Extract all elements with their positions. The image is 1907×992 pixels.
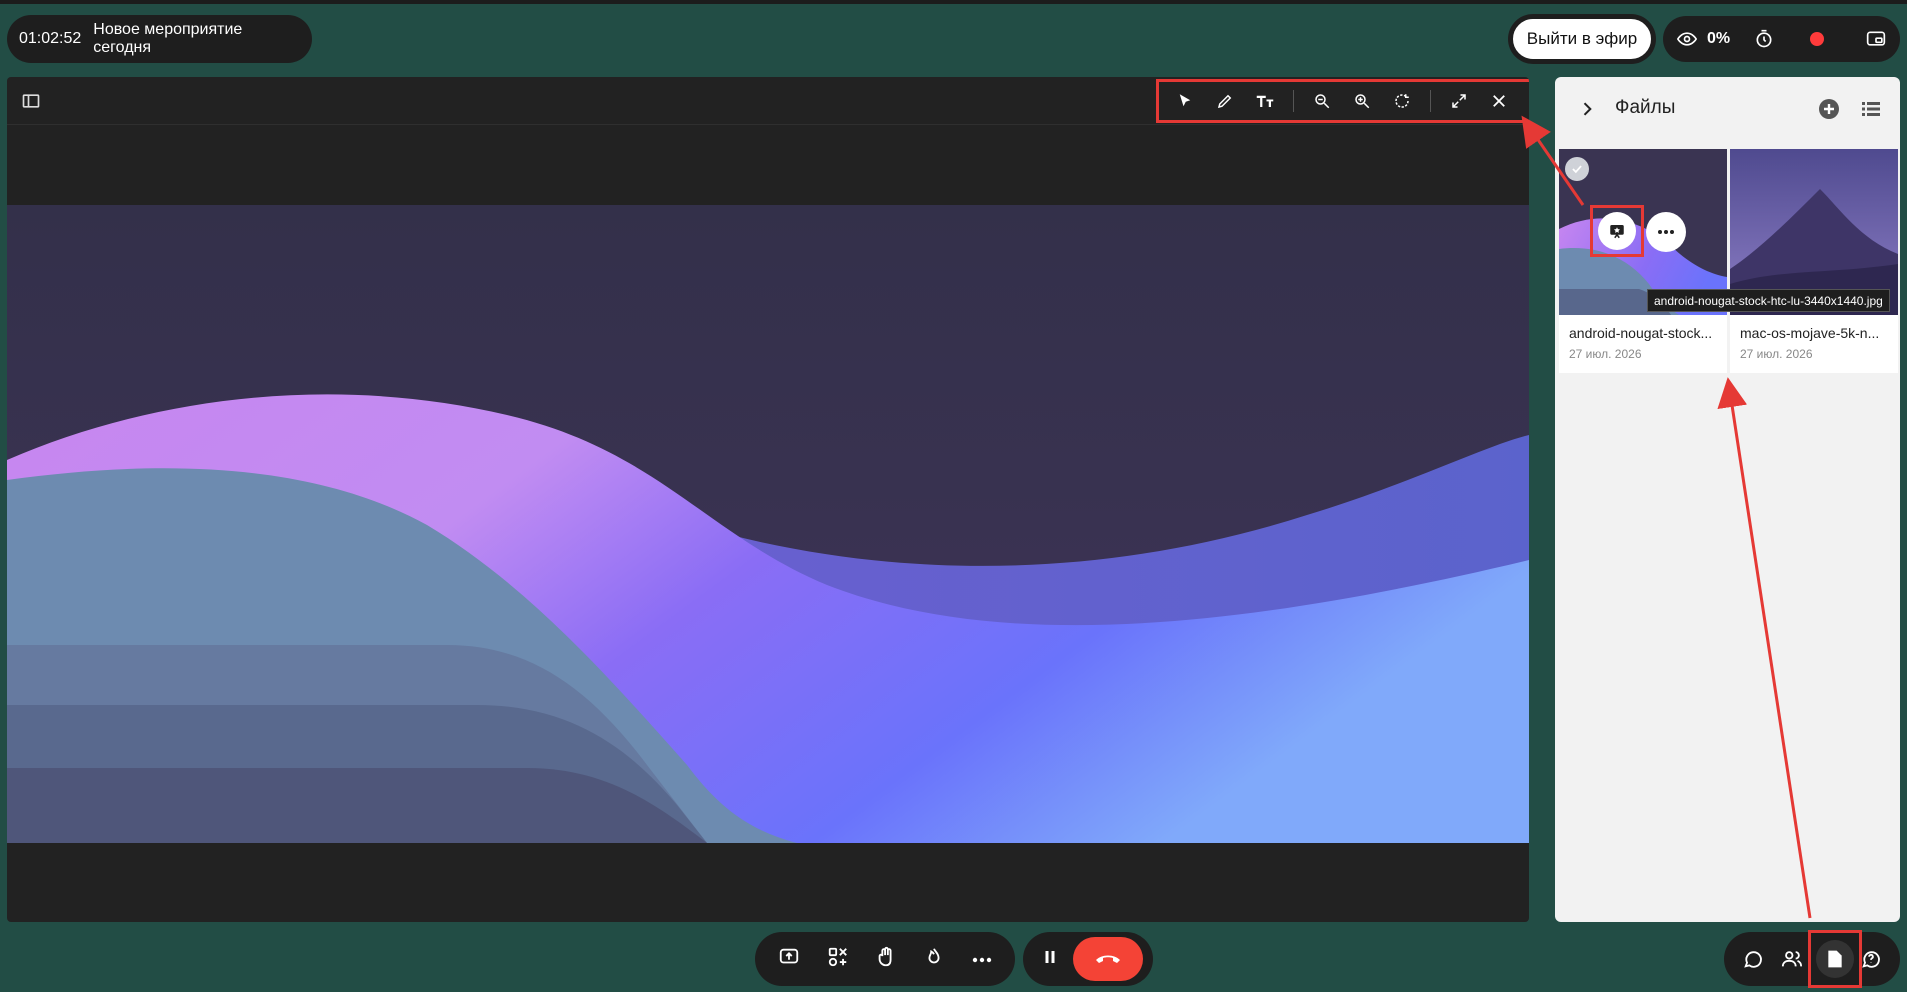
list-view-icon[interactable] xyxy=(1859,97,1883,121)
file-tooltip: android-nougat-stock-htc-lu-3440x1440.jp… xyxy=(1647,289,1890,312)
file-card[interactable]: android-nougat-stock... 27 июл. 2026 xyxy=(1559,149,1727,373)
event-info: 01:02:52 Новое мероприятие сегодня xyxy=(7,15,312,63)
eye-icon xyxy=(1677,29,1697,49)
sidebar-toggle-icon[interactable] xyxy=(21,91,41,111)
document-viewer xyxy=(7,77,1529,922)
file-date: 27 июл. 2026 xyxy=(1569,347,1642,361)
files-title: Файлы xyxy=(1615,97,1676,118)
pointer-icon[interactable] xyxy=(1165,83,1205,119)
event-timer: 01:02:52 xyxy=(19,30,82,47)
rotate-icon[interactable] xyxy=(1382,83,1422,119)
record-indicator[interactable] xyxy=(1810,32,1825,46)
top-border xyxy=(0,0,1907,4)
go-live-button[interactable]: Выйти в эфир xyxy=(1510,16,1654,62)
files-header: Файлы xyxy=(1555,77,1900,141)
viewer-toolbar xyxy=(1156,79,1529,123)
file-card[interactable]: mac-os-mojave-5k-n... 27 июл. 2026 xyxy=(1730,149,1898,373)
viewers-percent: 0% xyxy=(1707,30,1731,47)
stats-bar: 0% xyxy=(1663,16,1900,62)
stopwatch-icon[interactable] xyxy=(1754,29,1774,49)
selected-check-icon[interactable] xyxy=(1565,157,1589,181)
zoom-out-icon[interactable] xyxy=(1302,83,1342,119)
more-icon[interactable] xyxy=(972,950,992,968)
toolbar-divider xyxy=(1293,90,1294,112)
present-file-button[interactable] xyxy=(1598,212,1636,250)
event-title: Новое мероприятие сегодня xyxy=(93,21,243,56)
presented-image xyxy=(7,205,1529,843)
fullscreen-icon[interactable] xyxy=(1439,83,1479,119)
files-button[interactable] xyxy=(1816,940,1854,978)
screen-share-icon[interactable] xyxy=(1866,29,1886,49)
file-date: 27 июл. 2026 xyxy=(1740,347,1813,361)
close-icon[interactable] xyxy=(1479,83,1519,119)
pause-icon[interactable] xyxy=(1041,948,1059,971)
raise-hand-icon[interactable] xyxy=(875,946,897,973)
more-options-icon[interactable] xyxy=(1646,212,1686,252)
reactions-icon[interactable] xyxy=(923,946,945,973)
share-screen-icon[interactable] xyxy=(778,946,800,973)
files-button-highlight xyxy=(1808,930,1862,988)
call-controls xyxy=(1023,932,1153,986)
chevron-right-icon[interactable] xyxy=(1577,99,1597,119)
participants-icon[interactable] xyxy=(1773,937,1812,981)
file-name: mac-os-mojave-5k-n... xyxy=(1740,325,1880,341)
viewer-header xyxy=(7,77,1529,125)
present-button-highlight xyxy=(1590,205,1644,257)
zoom-in-icon[interactable] xyxy=(1342,83,1382,119)
toolbar-divider xyxy=(1430,90,1431,112)
files-panel: Файлы android-nougat-stock... 27 июл. 20… xyxy=(1555,77,1900,922)
apps-icon[interactable] xyxy=(827,946,849,973)
chat-icon[interactable] xyxy=(1734,937,1773,981)
meeting-controls xyxy=(755,932,1015,986)
text-size-icon[interactable] xyxy=(1245,83,1285,119)
add-file-icon[interactable] xyxy=(1817,97,1841,121)
hang-up-button[interactable] xyxy=(1073,937,1143,981)
file-name: android-nougat-stock... xyxy=(1569,325,1713,341)
pencil-icon[interactable] xyxy=(1205,83,1245,119)
